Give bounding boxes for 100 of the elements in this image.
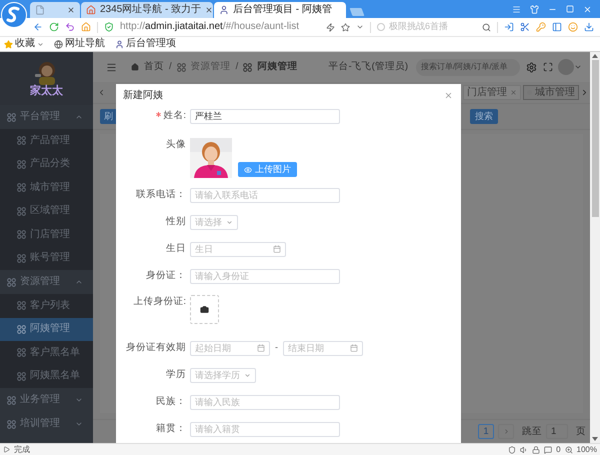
star-icon: [4, 40, 13, 48]
lock-icon[interactable]: [532, 446, 540, 454]
user-icon: [219, 5, 229, 15]
scroll-right-icon[interactable]: [580, 88, 589, 97]
chevron-down-icon: [244, 372, 251, 378]
page-tag[interactable]: 城市管理: [523, 85, 579, 100]
select-field[interactable]: 请选择学历: [190, 368, 256, 382]
message-count: 0: [556, 446, 561, 454]
bookmark-link[interactable]: 后台管理项: [115, 39, 176, 49]
shirt-icon[interactable]: [530, 4, 539, 14]
field-label: 头像: [166, 140, 186, 150]
field-label: 生日: [166, 244, 186, 254]
globe-icon: [54, 40, 63, 48]
page-input[interactable]: 1: [546, 424, 568, 439]
search-button[interactable]: 搜索: [470, 109, 498, 124]
address-field[interactable]: http://admin.jiataitai.net/#/house/aunt-list: [120, 22, 320, 32]
scroll-down-icon[interactable]: [592, 435, 598, 443]
menu-item[interactable]: 区域管理: [0, 200, 93, 223]
grid-icon: [17, 348, 26, 358]
close-icon[interactable]: [67, 6, 75, 14]
grid-icon: [17, 136, 26, 146]
exit-icon[interactable]: [504, 22, 514, 32]
page-number[interactable]: 1: [478, 424, 494, 439]
browser-tab[interactable]: 后台管理项目 - 阿姨管: [214, 2, 346, 18]
grid-icon: [17, 254, 26, 263]
scissors-icon[interactable]: [520, 22, 530, 32]
goto-label: 跳至: [522, 426, 542, 436]
menu-item[interactable]: 账号管理: [0, 246, 93, 270]
caret-icon[interactable]: [37, 40, 44, 48]
field-label: 学历: [166, 370, 186, 380]
date-field[interactable]: 生日: [190, 242, 286, 256]
breadcrumb-current: 阿姨管理: [257, 62, 298, 72]
calendar-icon: [350, 344, 358, 352]
user-name: 平台-飞飞(管理员): [328, 62, 408, 72]
field-label: 姓名:: [163, 111, 186, 121]
search-field[interactable]: 极限挑战6首播: [377, 20, 491, 34]
bookmark-link[interactable]: 网址导航: [54, 39, 105, 49]
menu-icon[interactable]: [106, 62, 117, 72]
breadcrumb-link[interactable]: 资源管理: [190, 62, 231, 72]
undo-icon[interactable]: [65, 22, 75, 32]
menu-item[interactable]: 门店管理: [0, 223, 93, 246]
browser-tab[interactable]: 2345网址导航 - 致力于: [81, 2, 213, 18]
menu-item[interactable]: 产品管理: [0, 129, 93, 152]
zoom-level: 100%: [576, 446, 597, 454]
eye-icon: [244, 166, 252, 174]
download-icon[interactable]: [584, 22, 594, 32]
fullscreen-icon[interactable]: [543, 62, 553, 72]
date-field[interactable]: 结束日期: [283, 340, 363, 356]
grid-icon: [17, 230, 26, 240]
zoom-icon[interactable]: [564, 446, 573, 454]
upload-box[interactable]: [190, 295, 219, 324]
shield-icon: [104, 22, 114, 32]
text-field[interactable]: 严桂兰: [190, 108, 340, 124]
grid-icon: [17, 301, 26, 310]
breadcrumb-separator: /: [169, 62, 172, 72]
breadcrumb-link[interactable]: 首页: [144, 62, 164, 72]
key-icon[interactable]: [536, 22, 546, 32]
caret-icon[interactable]: [574, 63, 582, 71]
grid-icon: [7, 112, 16, 122]
menu-icon[interactable]: [512, 4, 521, 14]
page-suffix: 页: [576, 426, 586, 436]
date-field[interactable]: 起始日期: [190, 340, 270, 356]
menu-item[interactable]: 产品分类: [0, 152, 93, 176]
scroll-left-icon[interactable]: [97, 88, 106, 97]
menu-item[interactable]: 城市管理: [0, 176, 93, 200]
scroll-up-icon[interactable]: [592, 52, 598, 60]
page-tag[interactable]: 门店管理: [463, 85, 521, 100]
play-icon[interactable]: [3, 446, 10, 453]
maximize-icon[interactable]: [566, 5, 574, 13]
lightning-icon[interactable]: [326, 22, 335, 32]
menu-item[interactable]: 阿姨黑名单: [0, 364, 93, 388]
star-icon[interactable]: [341, 22, 350, 32]
upload-button[interactable]: 上传图片: [238, 162, 297, 177]
text-field[interactable]: 请输入民族: [190, 394, 340, 410]
shield-icon[interactable]: [508, 446, 516, 454]
scrollbar[interactable]: [590, 52, 600, 443]
home-icon: [131, 63, 139, 71]
panel-icon[interactable]: [552, 22, 562, 32]
smile-icon[interactable]: [568, 22, 578, 32]
text-field[interactable]: 请输入身份证: [190, 268, 340, 284]
close-icon[interactable]: [205, 6, 213, 14]
search-icon[interactable]: [482, 22, 491, 32]
settings-icon[interactable]: [526, 62, 537, 72]
select-field[interactable]: 请选择: [190, 214, 238, 230]
search-field[interactable]: 搜索订单/阿姨/订单/派单: [416, 58, 520, 76]
text-field[interactable]: 请输入籍贯: [190, 422, 340, 436]
refresh-icon[interactable]: [49, 22, 59, 32]
text-field[interactable]: 请输入联系电话: [190, 188, 340, 202]
menu-item[interactable]: 客户列表: [0, 294, 93, 318]
field-label: 民族：: [156, 397, 186, 407]
speaker-icon[interactable]: [520, 446, 528, 454]
bookmark-link[interactable]: 收藏: [4, 39, 44, 49]
tab-title: 2345网址导航 - 致力于: [100, 4, 202, 15]
home-icon[interactable]: [81, 22, 91, 32]
user-icon: [115, 40, 124, 48]
menu-item[interactable]: 客户黑名单: [0, 341, 93, 364]
caret-icon[interactable]: [356, 23, 364, 31]
menu-item[interactable]: 阿姨管理: [0, 318, 93, 341]
message-icon[interactable]: [544, 446, 552, 454]
back-icon[interactable]: [33, 22, 43, 32]
